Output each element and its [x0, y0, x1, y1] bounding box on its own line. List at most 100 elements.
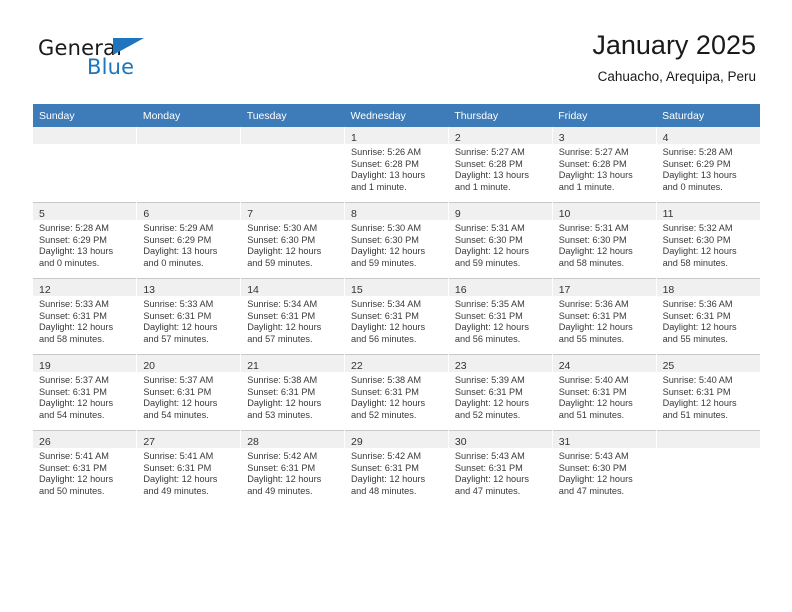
day-details: Sunrise: 5:43 AM Sunset: 6:31 PM Daylight:…	[449, 448, 552, 498]
day-number: 16	[454, 284, 467, 296]
daylight-text: Daylight: 13 hours	[454, 170, 529, 181]
weekday-header-tuesday: Tuesday	[240, 104, 345, 127]
daylight-text: and 0 minutes.	[662, 182, 723, 193]
sunset-text: Sunset: 6:31 PM	[454, 386, 523, 397]
sunset-text: Sunset: 6:30 PM	[558, 234, 627, 245]
day-number: 1	[351, 132, 357, 144]
calendar-day-cell[interactable]: 25 Sunrise: 5:40 AM Sunset: 6:31 PM Dayligh…	[656, 354, 760, 431]
sunset-text: Sunset: 6:31 PM	[351, 462, 419, 473]
weekday-header-wednesday: Wednesday	[344, 104, 449, 127]
day-number: 23	[454, 360, 467, 372]
weekday-header-friday: Friday	[552, 104, 657, 127]
daylight-text: Daylight: 12 hours	[39, 398, 114, 409]
calendar-day-cell[interactable]: 5 Sunrise: 5:28 AM Sunset: 6:29 PM Daylight…	[33, 202, 138, 279]
day-number: 14	[247, 284, 259, 296]
daylight-text: and 58 minutes.	[662, 258, 728, 269]
weekday-header-sunday: Sunday	[33, 104, 137, 127]
calendar-day-cell[interactable]: 12 Sunrise: 5:33 AM Sunset: 6:31 PM Dayligh…	[33, 278, 138, 355]
daylight-text: Daylight: 12 hours	[662, 322, 737, 333]
day-details: Sunrise: 5:28 AM Sunset: 6:29 PM Daylight:…	[33, 220, 136, 270]
day-cell-inner: 25 Sunrise: 5:40 AM Sunset: 6:31 PM Dayligh…	[656, 355, 760, 430]
day-number-band: 22	[345, 355, 448, 372]
day-number: 3	[558, 132, 565, 144]
day-number-band: 18	[656, 279, 760, 296]
day-number-band: 31	[552, 431, 656, 448]
day-cell-inner	[241, 127, 345, 202]
calendar-day-cell[interactable]: 3 Sunrise: 5:27 AM Sunset: 6:28 PM Daylight…	[552, 127, 657, 203]
daylight-text: Daylight: 12 hours	[454, 322, 529, 333]
day-details: Sunrise: 5:27 AM Sunset: 6:28 PM Daylight:…	[553, 144, 656, 194]
daylight-text: and 47 minutes.	[558, 486, 625, 497]
sunrise-text: Sunrise: 5:30 AM	[247, 223, 318, 233]
sunrise-text: Sunrise: 5:38 AM	[351, 375, 421, 385]
calendar-day-cell[interactable]: 8 Sunrise: 5:30 AM Sunset: 6:30 PM Daylight…	[344, 202, 449, 279]
sunrise-text: Sunrise: 5:31 AM	[454, 223, 525, 233]
calendar-day-cell[interactable]: 15 Sunrise: 5:34 AM Sunset: 6:31 PM Dayligh…	[344, 278, 449, 355]
sunrise-text: Sunrise: 5:38 AM	[247, 375, 318, 385]
sunrise-text: Sunrise: 5:33 AM	[143, 299, 214, 309]
daylight-text: and 57 minutes.	[143, 334, 209, 345]
day-cell-inner: 27 Sunrise: 5:41 AM Sunset: 6:31 PM Dayligh…	[137, 431, 241, 506]
general-blue-logo[interactable]: General Blue	[38, 36, 238, 86]
calendar-day-cell[interactable]: 2 Sunrise: 5:27 AM Sunset: 6:28 PM Daylight…	[448, 127, 553, 203]
day-cell-inner: 8 Sunrise: 5:30 AM Sunset: 6:30 PM Daylight…	[345, 203, 448, 278]
calendar-day-cell[interactable]: 11 Sunrise: 5:32 AM Sunset: 6:30 PM Dayligh…	[656, 202, 760, 279]
daylight-text: and 59 minutes.	[247, 258, 313, 269]
sunrise-sunset-calendar: Sunday Monday Tuesday Wednesday Thursday Frid…	[33, 104, 760, 506]
sunrise-text: Sunrise: 5:43 AM	[454, 451, 525, 461]
calendar-day-cell[interactable]: 9 Sunrise: 5:31 AM Sunset: 6:30 PM Daylight…	[448, 202, 553, 279]
daylight-text: Daylight: 12 hours	[454, 398, 529, 409]
sunset-text: Sunset: 6:30 PM	[454, 234, 523, 245]
calendar-day-cell[interactable]: 1 Sunrise: 5:26 AM Sunset: 6:28 PM Daylight…	[344, 127, 449, 203]
sunset-text: Sunset: 6:30 PM	[247, 234, 316, 245]
calendar-day-cell[interactable]: 24 Sunrise: 5:40 AM Sunset: 6:31 PM Dayligh…	[552, 354, 657, 431]
calendar-day-cell[interactable]: 19 Sunrise: 5:37 AM Sunset: 6:31 PM Dayligh…	[33, 354, 138, 431]
daylight-text: Daylight: 12 hours	[351, 474, 426, 485]
daylight-text: Daylight: 12 hours	[143, 474, 218, 485]
calendar-day-cell[interactable]: 26 Sunrise: 5:41 AM Sunset: 6:31 PM Dayligh…	[33, 430, 138, 506]
calendar-day-cell[interactable]: 13 Sunrise: 5:33 AM Sunset: 6:31 PM Dayligh…	[136, 278, 242, 355]
calendar-day-cell[interactable]: 28 Sunrise: 5:42 AM Sunset: 6:31 PM Dayligh…	[240, 430, 346, 506]
calendar-day-cell[interactable]: 31 Sunrise: 5:43 AM Sunset: 6:30 PM Dayligh…	[552, 430, 657, 506]
day-details: Sunrise: 5:40 AM Sunset: 6:31 PM Daylight:…	[657, 372, 760, 422]
calendar-day-cell[interactable]: 6 Sunrise: 5:29 AM Sunset: 6:29 PM Daylight…	[136, 202, 242, 279]
day-cell-inner	[137, 127, 241, 202]
sunset-text: Sunset: 6:31 PM	[247, 462, 316, 473]
day-details: Sunrise: 5:40 AM Sunset: 6:31 PM Daylight:…	[553, 372, 656, 422]
calendar-day-cell[interactable]: 16 Sunrise: 5:35 AM Sunset: 6:31 PM Dayligh…	[448, 278, 553, 355]
calendar-day-cell[interactable]: 30 Sunrise: 5:43 AM Sunset: 6:31 PM Dayligh…	[448, 430, 553, 506]
sunrise-text: Sunrise: 5:28 AM	[662, 147, 733, 157]
calendar-cell-empty	[136, 127, 242, 203]
day-details: Sunrise: 5:33 AM Sunset: 6:31 PM Daylight:…	[137, 296, 240, 346]
calendar-week-row: 19 Sunrise: 5:37 AM Sunset: 6:31 PM Dayligh…	[33, 354, 760, 431]
calendar-day-cell[interactable]: 20 Sunrise: 5:37 AM Sunset: 6:31 PM Dayligh…	[136, 354, 242, 431]
calendar-day-cell[interactable]: 23 Sunrise: 5:39 AM Sunset: 6:31 PM Dayligh…	[448, 354, 553, 431]
day-cell-inner: 18 Sunrise: 5:36 AM Sunset: 6:31 PM Dayligh…	[656, 279, 760, 354]
day-cell-inner: 5 Sunrise: 5:28 AM Sunset: 6:29 PM Daylight…	[33, 203, 137, 278]
daylight-text: and 1 minute.	[558, 182, 615, 193]
calendar-day-cell[interactable]: 17 Sunrise: 5:36 AM Sunset: 6:31 PM Dayligh…	[552, 278, 657, 355]
day-number: 15	[351, 284, 363, 296]
calendar-day-cell[interactable]: 18 Sunrise: 5:36 AM Sunset: 6:31 PM Dayligh…	[656, 278, 760, 355]
sunset-text: Sunset: 6:31 PM	[351, 386, 419, 397]
day-details: Sunrise: 5:36 AM Sunset: 6:31 PM Daylight:…	[657, 296, 760, 346]
calendar-day-cell[interactable]: 7 Sunrise: 5:30 AM Sunset: 6:30 PM Daylight…	[240, 202, 346, 279]
sunrise-text: Sunrise: 5:41 AM	[143, 451, 214, 461]
sunrise-text: Sunrise: 5:26 AM	[351, 147, 421, 157]
day-number: 26	[39, 436, 51, 448]
day-cell-inner: 4 Sunrise: 5:28 AM Sunset: 6:29 PM Daylight…	[656, 127, 760, 202]
day-number: 25	[662, 360, 675, 372]
calendar-day-cell[interactable]: 29 Sunrise: 5:42 AM Sunset: 6:31 PM Dayligh…	[344, 430, 449, 506]
daylight-text: and 59 minutes.	[454, 258, 521, 269]
calendar-day-cell[interactable]: 14 Sunrise: 5:34 AM Sunset: 6:31 PM Dayligh…	[240, 278, 346, 355]
sunset-text: Sunset: 6:31 PM	[247, 386, 316, 397]
day-number-band: 12	[33, 279, 137, 296]
calendar-day-cell[interactable]: 21 Sunrise: 5:38 AM Sunset: 6:31 PM Dayligh…	[240, 354, 346, 431]
calendar-day-cell[interactable]: 22 Sunrise: 5:38 AM Sunset: 6:31 PM Dayligh…	[344, 354, 449, 431]
day-details: Sunrise: 5:34 AM Sunset: 6:31 PM Daylight:…	[345, 296, 448, 346]
calendar-day-cell[interactable]: 27 Sunrise: 5:41 AM Sunset: 6:31 PM Dayligh…	[136, 430, 242, 506]
day-details: Sunrise: 5:35 AM Sunset: 6:31 PM Daylight:…	[449, 296, 552, 346]
day-number-band: 27	[137, 431, 241, 448]
calendar-day-cell[interactable]: 10 Sunrise: 5:31 AM Sunset: 6:30 PM Dayligh…	[552, 202, 657, 279]
calendar-day-cell[interactable]: 4 Sunrise: 5:28 AM Sunset: 6:29 PM Daylight…	[656, 127, 760, 203]
